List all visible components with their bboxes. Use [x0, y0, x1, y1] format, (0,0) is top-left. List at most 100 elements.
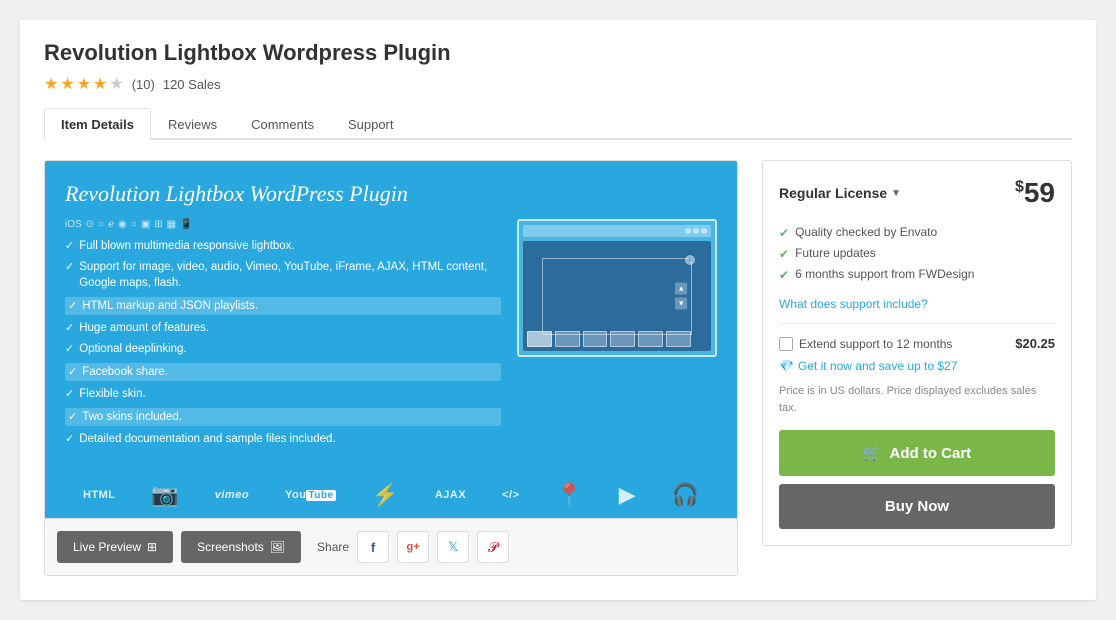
pinterest-button[interactable]: 𝒫 — [477, 531, 509, 563]
buy-now-label: Buy Now — [885, 498, 949, 515]
arrow-up: ▲ — [675, 283, 687, 295]
page-container: Revolution Lightbox Wordpress Plugin ★ ★… — [20, 20, 1096, 600]
action-buttons-bar: Live Preview ⊞ Screenshots 🖼 Share f g+ … — [45, 518, 737, 575]
tabs-bar: Item Details Reviews Comments Support — [44, 108, 1072, 140]
check-icon-2: ✓ — [65, 260, 74, 275]
browser-dot-3 — [701, 228, 707, 234]
license-features: ✔ Quality checked by Envato ✔ Future upd… — [779, 225, 1055, 282]
rating-count: (10) — [132, 77, 155, 92]
price-value: 59 — [1024, 177, 1055, 208]
icon-html: HTML — [83, 489, 116, 501]
extend-label: Extend support to 12 months — [799, 337, 952, 351]
close-icon: ✕ — [685, 255, 695, 265]
license-header: Regular License ▼ $59 — [779, 177, 1055, 209]
feature-3: ✓ HTML markup and JSON playlists. — [65, 297, 501, 315]
feature-7: ✓ Flexible skin. — [65, 386, 501, 402]
preview-title: Revolution Lightbox WordPress Plugin — [65, 181, 717, 207]
browser-dot-2 — [693, 228, 699, 234]
price-note: Price is in US dollars. Price displayed … — [779, 383, 1055, 416]
currency-symbol: $ — [1015, 179, 1024, 196]
thumb-1 — [527, 331, 552, 347]
product-title: Revolution Lightbox Wordpress Plugin — [44, 40, 1072, 66]
check-icon-1: ✓ — [65, 239, 74, 254]
screenshots-label: Screenshots — [197, 540, 264, 554]
license-box: Regular License ▼ $59 ✔ Quality checked … — [762, 160, 1072, 546]
mockup-inner: ✕ ▲ ▼ — [542, 258, 692, 335]
buy-now-button[interactable]: Buy Now — [779, 484, 1055, 529]
extend-price: $20.25 — [1015, 336, 1055, 351]
ios-icons: iOS ⊙○ℯ◉○ ▣⊞▦📱 — [65, 219, 501, 230]
check-quality-icon: ✔ — [779, 226, 789, 240]
feature-support: ✔ 6 months support from FWDesign — [779, 267, 1055, 282]
divider — [779, 323, 1055, 324]
star-4: ★ — [93, 74, 107, 94]
license-type: Regular License — [779, 185, 887, 201]
star-1: ★ — [44, 74, 58, 94]
rating-row: ★ ★ ★ ★ ★ (10) 120 Sales — [44, 74, 1072, 94]
add-to-cart-label: Add to Cart — [890, 445, 972, 462]
feature-quality-label: Quality checked by Envato — [795, 225, 937, 239]
check-icon-7: ✓ — [65, 387, 74, 402]
left-panel: Revolution Lightbox WordPress Plugin iOS… — [44, 160, 738, 576]
sales-count: 120 Sales — [163, 77, 221, 92]
check-icon-8: ✓ — [68, 410, 77, 425]
icon-play: ▶ — [619, 482, 636, 508]
save-label-text: Get it now and save up to $27 — [798, 359, 957, 373]
check-icon-4: ✓ — [65, 321, 74, 336]
thumb-4 — [610, 331, 635, 347]
feature-1: ✓ Full blown multimedia responsive light… — [65, 238, 501, 254]
live-preview-label: Live Preview — [73, 540, 141, 554]
check-support-icon: ✔ — [779, 268, 789, 282]
feature-6: ✓ Facebook share. — [65, 363, 501, 381]
extend-support-row: Extend support to 12 months $20.25 — [779, 336, 1055, 351]
feature-5: ✓ Optional deeplinking. — [65, 341, 501, 357]
icon-code: </> — [502, 489, 519, 501]
tab-reviews[interactable]: Reviews — [151, 108, 234, 140]
feature-2: ✓ Support for image, video, audio, Vimeo… — [65, 259, 501, 291]
check-updates-icon: ✔ — [779, 247, 789, 261]
check-icon-3: ✓ — [68, 299, 77, 314]
twitter-button[interactable]: 𝕏 — [437, 531, 469, 563]
google-plus-button[interactable]: g+ — [397, 531, 429, 563]
add-to-cart-button[interactable]: 🛒 Add to Cart — [779, 430, 1055, 476]
support-link[interactable]: What does support include? — [779, 297, 928, 311]
icon-camera: 📷 — [151, 482, 178, 508]
extend-checkbox[interactable] — [779, 337, 793, 351]
preview-image: Revolution Lightbox WordPress Plugin iOS… — [45, 161, 737, 472]
facebook-button[interactable]: f — [357, 531, 389, 563]
thumb-5 — [638, 331, 663, 347]
right-panel: Regular License ▼ $59 ✔ Quality checked … — [762, 160, 1072, 576]
dropdown-arrow-icon: ▼ — [891, 188, 901, 199]
main-content: Revolution Lightbox WordPress Plugin iOS… — [44, 160, 1072, 576]
save-label-row: 💎 Get it now and save up to $27 — [779, 359, 1055, 373]
mockup-browser: ✕ ▲ ▼ — [517, 219, 717, 357]
tab-comments[interactable]: Comments — [234, 108, 331, 140]
star-3: ★ — [77, 74, 91, 94]
thumb-3 — [583, 331, 608, 347]
mockup-arrows: ▲ ▼ — [675, 283, 687, 310]
screenshots-button[interactable]: Screenshots 🖼 — [181, 531, 301, 563]
icon-vimeo: vimeo — [215, 489, 249, 501]
check-icon-5: ✓ — [65, 342, 74, 357]
feature-updates-label: Future updates — [795, 246, 876, 260]
thumb-6 — [666, 331, 691, 347]
stars: ★ ★ ★ ★ ★ — [44, 74, 124, 94]
features-list: iOS ⊙○ℯ◉○ ▣⊞▦📱 ✓ Full blown multimedia r… — [65, 219, 501, 452]
icon-flash: ⚡ — [372, 482, 399, 508]
icon-map: 📍 — [555, 482, 582, 508]
tab-item-details[interactable]: Item Details — [44, 108, 151, 140]
feature-8: ✓ Two skins included. — [65, 408, 501, 426]
grid-icon: ⊞ — [147, 540, 157, 554]
tab-support[interactable]: Support — [331, 108, 411, 140]
preview-icons-bar: HTML 📷 vimeo YouTube ⚡ AJAX </> 📍 ▶ 🎧 — [45, 472, 737, 518]
cart-icon: 🛒 — [863, 444, 882, 462]
icon-youtube: YouTube — [285, 489, 336, 501]
license-select[interactable]: Regular License ▼ — [779, 185, 901, 201]
star-5: ★ — [109, 74, 123, 94]
browser-dot-1 — [685, 228, 691, 234]
check-icon-9: ✓ — [65, 432, 74, 447]
live-preview-button[interactable]: Live Preview ⊞ — [57, 531, 173, 563]
feature-4: ✓ Huge amount of features. — [65, 320, 501, 336]
mockup-thumbnails — [527, 331, 691, 347]
preview-content: iOS ⊙○ℯ◉○ ▣⊞▦📱 ✓ Full blown multimedia r… — [65, 219, 717, 452]
